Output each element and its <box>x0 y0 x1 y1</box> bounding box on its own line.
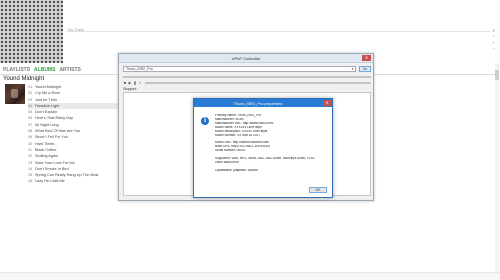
album-cover[interactable] <box>5 84 25 104</box>
dialog-titlebar[interactable]: Thoro_iSR2_Pro properties ✕ <box>194 99 332 107</box>
side-controls: ✕ ⌃ + − <box>491 29 497 61</box>
device-select-value: Thoro_iSR2_Pro <box>126 67 153 71</box>
property-line: Capabilities: playback, volume <box>215 168 258 172</box>
upnp-titlebar[interactable]: UPnP Controller ✕ <box>119 54 373 63</box>
progress-line <box>66 31 490 32</box>
go-button[interactable]: Go <box>359 66 371 72</box>
no-track-label: No Track <box>68 27 85 32</box>
next-icon[interactable]: » <box>138 81 142 85</box>
close-icon[interactable]: ✕ <box>362 55 371 61</box>
playback-status: Stopped <box>123 87 137 91</box>
properties-text: Friendly Name: Thoro_iSR2_Pro Manufacture… <box>215 114 330 173</box>
track-row[interactable]: 16 Lazy He Calls Me <box>28 178 123 184</box>
close-icon[interactable]: ✕ <box>323 100 331 106</box>
album-title: Yound Midnight <box>3 76 45 82</box>
play-icon[interactable]: ▶ <box>128 81 132 85</box>
minus-icon[interactable]: − <box>491 47 496 51</box>
transport-icons: ■ ▶ ❚ » <box>123 81 142 85</box>
library-nav: PLAYLISTS ALBUMS ARTISTS <box>3 67 81 73</box>
info-icon: i <box>201 117 209 125</box>
track-list: 01 Yound Midnight 02 Cry Me a River 03 Just f… <box>28 84 123 185</box>
device-properties-dialog: Thoro_iSR2_Pro properties ✕ i Friendly N… <box>193 98 333 198</box>
seek-bar[interactable] <box>145 82 371 84</box>
dialog-title: Thoro_iSR2_Pro properties <box>233 101 283 106</box>
album-art-placeholder <box>0 0 63 63</box>
stop-icon[interactable]: ■ <box>123 81 127 85</box>
tab-albums[interactable]: ALBUMS <box>34 67 55 73</box>
pause-icon[interactable]: ❚ <box>133 81 137 85</box>
track-title: Lazy He Calls Me <box>35 179 65 184</box>
tab-playlists[interactable]: PLAYLISTS <box>3 67 30 73</box>
track-number: 16 <box>28 179 33 184</box>
chevron-down-icon: ▼ <box>351 67 354 71</box>
scrollbar[interactable] <box>495 63 499 273</box>
tab-artists[interactable]: ARTISTS <box>59 67 80 73</box>
volume-slider[interactable] <box>123 76 371 78</box>
status-bar <box>0 272 500 280</box>
chevron-up-icon[interactable]: ⌃ <box>491 35 496 39</box>
plus-icon[interactable]: + <box>491 41 496 45</box>
upnp-window-title: UPnP Controller <box>231 56 261 61</box>
close-icon[interactable]: ✕ <box>491 29 496 33</box>
device-select[interactable]: Thoro_iSR2_Pro ▼ <box>123 66 356 72</box>
ok-button[interactable]: OK <box>309 187 327 193</box>
scrollbar-thumb[interactable] <box>495 70 499 80</box>
